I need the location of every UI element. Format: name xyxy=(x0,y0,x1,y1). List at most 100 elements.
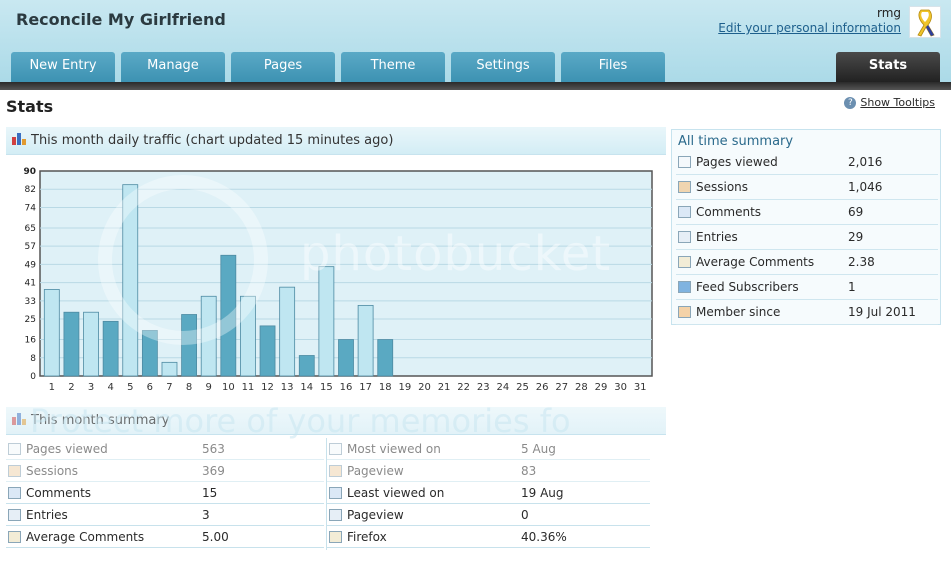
x-tick-label: 8 xyxy=(186,382,192,393)
x-tick-label: 3 xyxy=(88,382,94,393)
all-time-value: 1 xyxy=(848,280,856,294)
x-tick-label: 31 xyxy=(634,382,647,393)
summary-value: 3 xyxy=(202,508,210,522)
show-tooltips-label: Show Tooltips xyxy=(860,96,935,109)
summary-label: Average Comments xyxy=(26,530,145,544)
daily-traffic-chart-svg: 08162533414957657482901 2 3 4 5 6 7 8 9 10 11 12 13 1… xyxy=(23,167,653,393)
chart-bar xyxy=(43,289,60,377)
tab-pages[interactable]: Pages xyxy=(231,52,335,82)
help-icon: ? xyxy=(844,97,857,109)
tab-settings[interactable]: Settings xyxy=(451,52,555,82)
summary-row: Pageview 83 xyxy=(327,460,650,482)
x-tick-label: 9 xyxy=(206,382,212,393)
tab-manage[interactable]: Manage xyxy=(121,52,225,82)
month-summary-header: This month summary xyxy=(6,407,666,435)
stat-icon xyxy=(678,206,691,218)
all-time-value: 29 xyxy=(848,230,864,244)
summary-label: Most viewed on xyxy=(347,442,441,456)
chart-bar xyxy=(357,304,374,377)
daily-traffic-chart: 0 8 16 25 33 41 49 57 65 74 82 90 1 2 3 4 5 6 7 8 9 10 11 12 13 1… xyxy=(6,156,666,402)
x-tick-label: 23 xyxy=(477,382,490,393)
chart-bar xyxy=(161,361,178,377)
x-tick-label: 1 xyxy=(49,382,55,393)
chart-bar xyxy=(377,339,394,377)
x-tick-label: 27 xyxy=(555,382,568,393)
x-tick-label: 20 xyxy=(418,382,431,393)
summary-value: 19 Aug xyxy=(521,486,564,500)
x-tick-label: 30 xyxy=(614,382,627,393)
summary-label: Least viewed on xyxy=(347,486,445,500)
traffic-panel-title: This month daily traffic (chart updated … xyxy=(31,133,394,148)
summary-label: Firefox xyxy=(347,530,387,544)
tab-stats[interactable]: Stats xyxy=(836,52,940,82)
all-time-label: Entries xyxy=(696,230,738,244)
all-time-label: Average Comments xyxy=(696,255,815,269)
all-time-row: Sessions 1,046 xyxy=(676,175,938,200)
tab-new-entry[interactable]: New Entry xyxy=(11,52,115,82)
all-time-value: 2.38 xyxy=(848,255,875,269)
summary-row: Pages viewed 563 xyxy=(6,438,324,460)
chart-bar xyxy=(83,311,99,377)
stat-icon xyxy=(678,156,691,168)
tab-theme[interactable]: Theme xyxy=(341,52,445,82)
chart-bar xyxy=(63,311,80,377)
x-tick-label: 25 xyxy=(516,382,529,393)
y-tick-label: 90 xyxy=(23,167,36,177)
user-box: rmg Edit your personal information xyxy=(718,6,901,35)
y-tick-label: 74 xyxy=(25,203,37,213)
show-tooltips-link[interactable]: ? Show Tooltips xyxy=(844,96,935,109)
calendar-icon xyxy=(329,487,342,499)
chart-bar xyxy=(240,295,256,377)
tab-bar-divider xyxy=(0,82,951,90)
x-tick-label: 19 xyxy=(398,382,411,393)
y-tick-label: 8 xyxy=(30,354,36,364)
summary-label: Pageview xyxy=(347,464,404,478)
all-time-value: 19 Jul 2011 xyxy=(848,305,916,319)
x-tick-label: 26 xyxy=(536,382,549,393)
all-time-value: 69 xyxy=(848,205,864,219)
x-tick-label: 4 xyxy=(107,382,113,393)
x-tick-label: 16 xyxy=(340,382,353,393)
summary-row: Sessions 369 xyxy=(6,460,324,482)
x-tick-label: 11 xyxy=(242,382,255,393)
x-tick-label: 24 xyxy=(497,382,510,393)
chart-bar xyxy=(259,325,276,377)
all-time-value: 1,046 xyxy=(848,180,883,194)
summary-row: Entries 3 xyxy=(6,504,324,526)
month-summary-title: This month summary xyxy=(31,413,170,428)
x-tick-label: 29 xyxy=(595,382,608,393)
x-tick-label: 13 xyxy=(281,382,294,393)
x-tick-label: 22 xyxy=(457,382,470,393)
x-tick-label: 2 xyxy=(68,382,74,393)
awareness-ribbon-icon xyxy=(909,6,941,38)
calendar-icon xyxy=(329,465,342,477)
traffic-panel-header: This month daily traffic (chart updated … xyxy=(6,127,666,155)
y-tick-label: 41 xyxy=(25,279,36,289)
summary-value: 15 xyxy=(202,486,218,500)
summary-row: Firefox 40.36% xyxy=(327,526,650,548)
x-tick-label: 12 xyxy=(261,382,274,393)
tab-files[interactable]: Files xyxy=(561,52,665,82)
summary-row: Least viewed on 19 Aug xyxy=(327,482,650,504)
all-time-label: Pages viewed xyxy=(696,155,778,169)
chart-bar xyxy=(298,355,315,377)
chart-bar xyxy=(279,286,296,377)
edit-personal-info-link[interactable]: Edit your personal information xyxy=(718,21,901,35)
stat-icon xyxy=(8,443,21,455)
all-time-label: Sessions xyxy=(696,180,749,194)
all-time-summary-title: All time summary xyxy=(678,134,794,149)
month-summary-right-column: Most viewed on 5 Aug Pageview 83 Least viewe… xyxy=(326,438,650,550)
y-tick-label: 33 xyxy=(25,297,36,307)
summary-value: 369 xyxy=(202,464,225,478)
site-title[interactable]: Reconcile My Girlfriend xyxy=(16,10,226,29)
x-tick-label: 5 xyxy=(127,382,133,393)
stat-icon xyxy=(8,465,21,477)
chart-bar xyxy=(318,266,335,377)
summary-row: Most viewed on 5 Aug xyxy=(327,438,650,460)
page-title: Stats xyxy=(6,97,54,116)
y-tick-label: 49 xyxy=(25,260,37,270)
summary-value: 563 xyxy=(202,442,225,456)
calendar-icon xyxy=(329,443,342,455)
chart-bar xyxy=(220,254,237,377)
summary-value: 0 xyxy=(521,508,529,522)
